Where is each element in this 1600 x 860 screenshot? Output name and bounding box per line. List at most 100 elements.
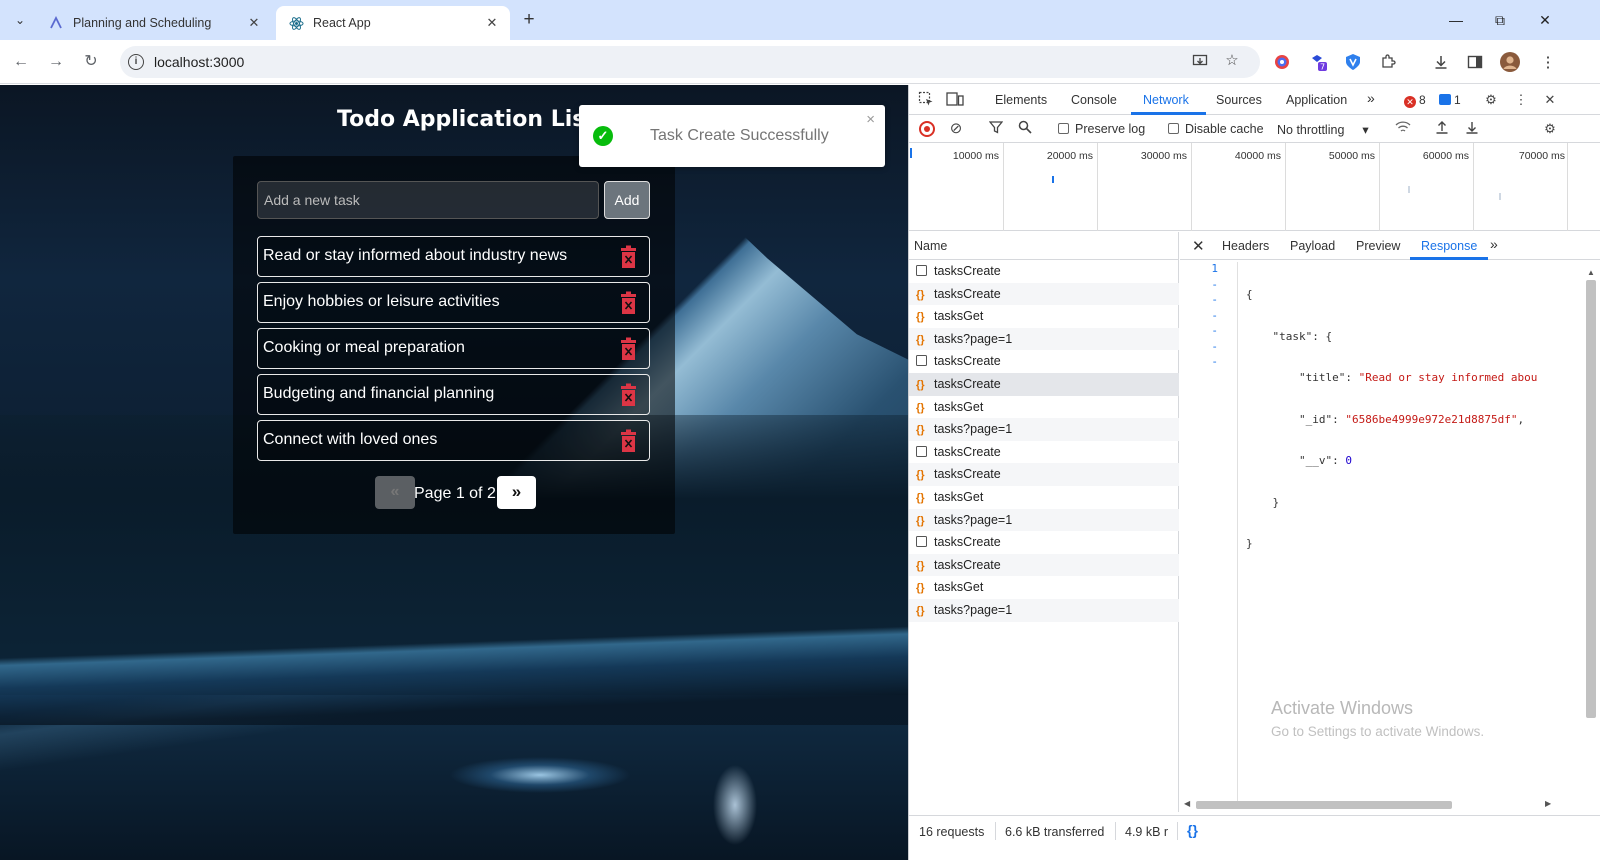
forward-arrow-icon[interactable]: → (44, 50, 68, 74)
downloads-icon[interactable] (1431, 52, 1451, 72)
request-row[interactable]: {} tasksCreate (909, 463, 1179, 486)
delete-trash-icon[interactable] (620, 383, 637, 407)
devtools-menu-icon[interactable]: ⋮ (1512, 91, 1530, 109)
export-har-icon[interactable] (1463, 120, 1481, 138)
delete-trash-icon[interactable] (620, 245, 637, 269)
minimize-icon[interactable]: — (1440, 8, 1472, 32)
bookmark-star-icon[interactable]: ☆ (1222, 51, 1242, 71)
close-tab-icon[interactable]: ✕ (484, 15, 500, 31)
clear-icon[interactable]: ⊘ (947, 120, 965, 138)
scroll-up-icon[interactable]: ▲ (1587, 268, 1595, 277)
request-row[interactable]: {} tasksGet (909, 486, 1179, 509)
site-info-icon[interactable]: i (128, 54, 144, 70)
reload-icon[interactable]: ↻ (79, 50, 103, 74)
tab-console[interactable]: Console (1071, 93, 1117, 107)
badge-extension-icon[interactable]: 7 (1308, 52, 1328, 72)
delete-trash-icon[interactable] (620, 429, 637, 453)
network-conditions-icon[interactable] (1394, 120, 1412, 138)
request-row[interactable]: {} tasks?page=1 (909, 598, 1179, 622)
fetch-request-icon: {} (916, 424, 925, 437)
inspect-element-icon[interactable] (917, 91, 935, 109)
request-row[interactable]: {} tasksCreate (909, 282, 1179, 306)
next-page-button[interactable]: » (497, 476, 536, 509)
line-number: - (1211, 293, 1218, 306)
install-app-icon[interactable] (1190, 53, 1210, 73)
new-tab-plus-icon[interactable]: + (516, 8, 542, 34)
request-detail-pane: ✕ Headers Payload Preview Response » 1 -… (1180, 232, 1600, 812)
tab-network[interactable]: Network (1143, 93, 1189, 107)
request-row[interactable]: {} tasksGet (909, 576, 1179, 599)
tab-search-chevron-icon[interactable]: ⌄ (8, 8, 32, 32)
tab-planning[interactable]: Planning and Scheduling ✕ (36, 6, 272, 40)
more-tabs-chevron-icon[interactable]: » (1367, 90, 1375, 106)
tab-headers[interactable]: Headers (1222, 239, 1269, 253)
tab-payload[interactable]: Payload (1290, 239, 1335, 253)
request-row[interactable]: {} tasks?page=1 (909, 327, 1179, 351)
request-row[interactable]: tasksCreate (909, 350, 1179, 373)
tab-sources[interactable]: Sources (1216, 93, 1262, 107)
timeline-label: 70000 ms (1518, 150, 1565, 162)
request-row[interactable]: {} tasksGet (909, 396, 1179, 419)
import-har-icon[interactable] (1433, 120, 1451, 138)
close-devtools-icon[interactable]: ✕ (1541, 91, 1559, 109)
chrome-menu-icon[interactable]: ⋮ (1538, 52, 1558, 72)
request-row[interactable]: tasksCreate (909, 260, 1179, 283)
disable-cache-checkbox[interactable]: Disable cache (1168, 122, 1264, 136)
request-row[interactable]: {} tasksGet (909, 305, 1179, 328)
address-bar[interactable]: i localhost:3000 (120, 46, 1260, 78)
timeline-column: 70000 ms (1474, 143, 1568, 231)
line-number: - (1211, 308, 1218, 322)
pretty-print-braces-icon[interactable]: {} (1187, 822, 1198, 838)
message-count[interactable]: 1 (1439, 93, 1461, 107)
stop-recording-icon[interactable] (919, 121, 935, 137)
scroll-left-icon[interactable]: ◀ (1184, 799, 1190, 808)
delete-trash-icon[interactable] (620, 337, 637, 361)
tab-title: Planning and Scheduling (73, 16, 212, 30)
add-task-button[interactable]: Add (604, 181, 650, 219)
delete-trash-icon[interactable] (620, 291, 637, 315)
color-extension-icon[interactable] (1272, 52, 1292, 72)
tab-application[interactable]: Application (1286, 93, 1347, 107)
extensions-puzzle-icon[interactable] (1378, 52, 1398, 72)
vertical-scrollbar[interactable]: ▲ (1585, 268, 1597, 798)
close-detail-icon[interactable]: ✕ (1192, 237, 1205, 255)
tab-response[interactable]: Response (1421, 239, 1477, 253)
tab-elements[interactable]: Elements (995, 93, 1047, 107)
request-row[interactable]: tasksCreate (909, 441, 1179, 464)
back-arrow-icon[interactable]: ← (9, 50, 33, 74)
scroll-right-icon[interactable]: ▶ (1545, 799, 1551, 808)
name-column-header[interactable]: Name (909, 232, 1179, 260)
tab-title: React App (313, 16, 371, 30)
shield-extension-icon[interactable] (1343, 52, 1363, 72)
window-close-icon[interactable]: ✕ (1529, 8, 1561, 32)
close-tab-icon[interactable]: ✕ (246, 15, 262, 31)
request-row[interactable]: {} tasks?page=1 (909, 508, 1179, 532)
previous-page-button[interactable]: « (375, 476, 415, 509)
preserve-log-checkbox[interactable]: Preserve log (1058, 122, 1145, 136)
horizontal-scrollbar[interactable]: ◀ ▶ (1184, 799, 1553, 810)
profile-avatar[interactable] (1500, 52, 1520, 72)
more-detail-tabs-chevron-icon[interactable]: » (1490, 236, 1498, 252)
fetch-request-icon: {} (916, 288, 925, 301)
device-toolbar-icon[interactable] (946, 91, 964, 109)
request-row[interactable]: {} tasks?page=1 (909, 418, 1179, 441)
error-count[interactable]: ✕ 8 (1404, 93, 1426, 108)
settings-gear-icon[interactable]: ⚙ (1482, 91, 1500, 109)
network-timeline[interactable]: 10000 ms 20000 ms 30000 ms 40000 ms 5000… (909, 143, 1600, 231)
response-json: { "task": { "title": "Read or stay infor… (1246, 262, 1537, 579)
search-icon[interactable] (1016, 120, 1034, 138)
network-settings-icon[interactable]: ⚙ (1541, 120, 1559, 138)
request-row[interactable]: tasksCreate (909, 531, 1179, 554)
vertical-scroll-thumb[interactable] (1586, 280, 1596, 718)
toast-close-icon[interactable]: × (866, 111, 875, 128)
tab-preview[interactable]: Preview (1356, 239, 1400, 253)
tab-react-app[interactable]: React App ✕ (276, 6, 510, 40)
side-panel-icon[interactable] (1465, 52, 1485, 72)
request-row[interactable]: {} tasksCreate (909, 372, 1179, 396)
new-task-input[interactable] (257, 181, 599, 219)
throttling-select[interactable]: No throttling ▾ (1277, 122, 1369, 137)
horizontal-scroll-thumb[interactable] (1196, 801, 1452, 809)
filter-funnel-icon[interactable] (987, 120, 1005, 138)
request-row[interactable]: {} tasksCreate (909, 553, 1179, 577)
restore-icon[interactable]: ⧉ (1484, 8, 1516, 32)
